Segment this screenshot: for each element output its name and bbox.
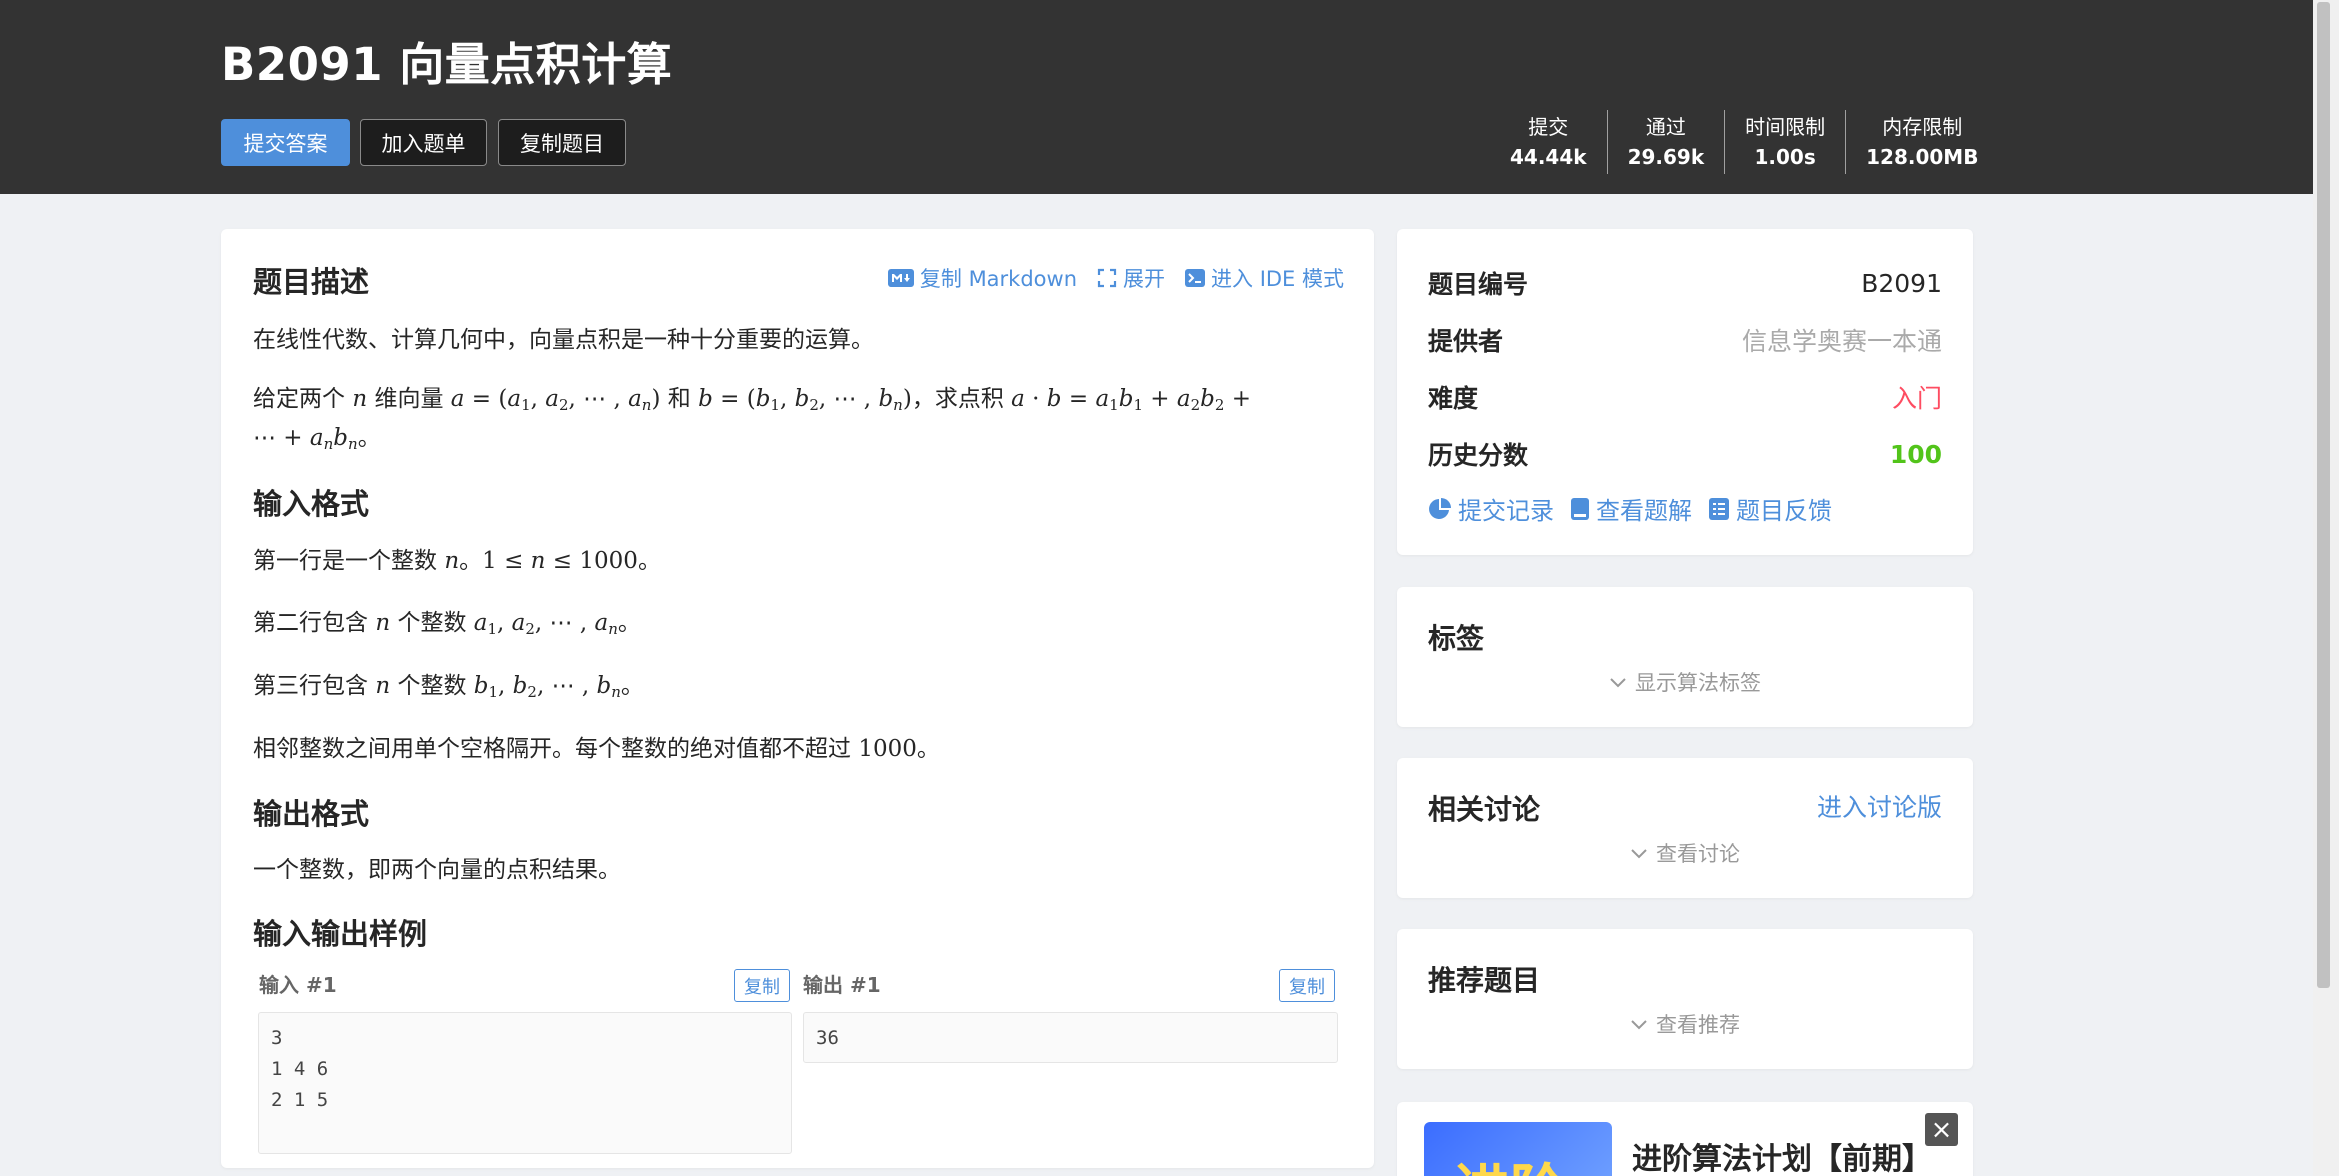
- expand-button[interactable]: 展开: [1097, 263, 1165, 293]
- chevron-down-icon: [1631, 1020, 1647, 1030]
- problem-feedback-link[interactable]: 题目反馈: [1708, 491, 1832, 526]
- discussion-title: 相关讨论: [1428, 793, 1541, 826]
- scrollbar-thumb[interactable]: [2317, 2, 2330, 988]
- view-discussion-toggle[interactable]: 查看讨论: [1397, 838, 1973, 868]
- input-line-3: 第三行包含 n 个整数 b1, b2, ⋯ , bn。: [253, 673, 644, 701]
- ad-card[interactable]: 进阶 进阶算法计划【前期】 ×: [1397, 1102, 1973, 1176]
- terminal-icon: [1185, 269, 1206, 287]
- page-title: B2091 向量点积计算: [221, 38, 673, 91]
- view-recommend-toggle[interactable]: 查看推荐: [1397, 1009, 1973, 1039]
- submission-records-link[interactable]: 提交记录: [1428, 491, 1554, 526]
- problem-header: B2091 向量点积计算 提交答案 加入题单 复制题目 提交 44.44k 通过…: [0, 0, 2339, 194]
- sample-input-label: 输入 #1: [259, 973, 337, 997]
- problem-card: 题目描述 复制 Markdown 展开 进入 IDE 模式 在线性代数、计算几何…: [221, 229, 1374, 1168]
- info-row-score: 历史分数 100: [1428, 439, 1942, 471]
- stat-time-limit: 时间限制 1.00s: [1724, 110, 1845, 174]
- copy-sample-output-button[interactable]: 复制: [1279, 969, 1335, 1002]
- markdown-icon: [887, 269, 914, 287]
- sample-output-label: 输出 #1: [803, 973, 881, 997]
- problem-stats: 提交 44.44k 通过 29.69k 时间限制 1.00s 内存限制 128.…: [1496, 110, 1998, 174]
- input-line-1: 第一行是一个整数 n。1 ≤ n ≤ 1000。: [253, 548, 661, 574]
- description-p2-line1: 给定两个 n 维向量 a = (a1, a2, ⋯ , an) 和 b = (b…: [253, 386, 1252, 414]
- expand-icon: [1097, 268, 1117, 288]
- description-title: 题目描述: [253, 265, 370, 299]
- stat-memory-limit: 内存限制 128.00MB: [1845, 110, 1998, 174]
- chevron-down-icon: [1631, 849, 1647, 859]
- view-solutions-link[interactable]: 查看题解: [1570, 491, 1692, 526]
- info-links: 提交记录 查看题解 题目反馈: [1428, 491, 1832, 526]
- info-row-provider: 提供者 信息学奥赛一本通: [1428, 327, 1942, 356]
- description-p1: 在线性代数、计算几何中，向量点积是一种十分重要的运算。: [253, 327, 874, 353]
- output-line-1: 一个整数，即两个向量的点积结果。: [253, 857, 621, 883]
- input-line-2: 第二行包含 n 个整数 a1, a2, ⋯ , an。: [253, 610, 641, 638]
- sample-input-box[interactable]: 3 1 4 6 2 1 5: [258, 1012, 792, 1154]
- recommend-title: 推荐题目: [1428, 964, 1541, 997]
- ad-image[interactable]: 进阶: [1424, 1122, 1612, 1176]
- stat-submissions: 提交 44.44k: [1510, 115, 1587, 169]
- list-icon: [1709, 497, 1729, 520]
- output-format-title: 输出格式: [253, 797, 370, 831]
- chevron-down-icon: [1610, 678, 1626, 688]
- tags-card: 标签 显示算法标签: [1397, 587, 1973, 727]
- enter-discussion-link[interactable]: 进入讨论版: [1817, 788, 1942, 824]
- copy-problem-button[interactable]: 复制题目: [498, 119, 626, 166]
- problem-info-card: 题目编号 B2091 提供者 信息学奥赛一本通 难度 入门 历史分数 100 提…: [1397, 229, 1973, 555]
- problem-toolbar: 复制 Markdown 展开 进入 IDE 模式: [887, 263, 1344, 293]
- copy-markdown-button[interactable]: 复制 Markdown: [887, 263, 1077, 293]
- description-p2-line2: ⋯ + anbn。: [253, 425, 381, 453]
- sample-output-box[interactable]: 36: [803, 1012, 1338, 1063]
- input-line-4: 相邻整数之间用单个空格隔开。每个整数的绝对值都不超过 1000。: [253, 736, 940, 762]
- show-tags-toggle[interactable]: 显示算法标签: [1397, 667, 1973, 697]
- samples-title: 输入输出样例: [253, 917, 428, 951]
- book-icon: [1571, 497, 1589, 520]
- info-row-difficulty: 难度 入门: [1428, 384, 1942, 413]
- recommend-card: 推荐题目 查看推荐: [1397, 929, 1973, 1069]
- pie-chart-icon: [1429, 497, 1451, 519]
- info-row-id: 题目编号 B2091: [1428, 268, 1942, 300]
- stat-accepted: 通过 29.69k: [1606, 110, 1725, 174]
- submit-button[interactable]: 提交答案: [221, 119, 350, 166]
- discussion-card: 相关讨论 进入讨论版 查看讨论: [1397, 758, 1973, 898]
- close-icon[interactable]: ×: [1925, 1113, 1958, 1146]
- add-to-list-button[interactable]: 加入题单: [360, 119, 487, 166]
- ide-mode-button[interactable]: 进入 IDE 模式: [1185, 263, 1344, 293]
- ad-title[interactable]: 进阶算法计划【前期】: [1632, 1134, 1932, 1176]
- tags-title: 标签: [1428, 622, 1485, 655]
- copy-sample-input-button[interactable]: 复制: [734, 969, 790, 1002]
- input-format-title: 输入格式: [253, 487, 370, 521]
